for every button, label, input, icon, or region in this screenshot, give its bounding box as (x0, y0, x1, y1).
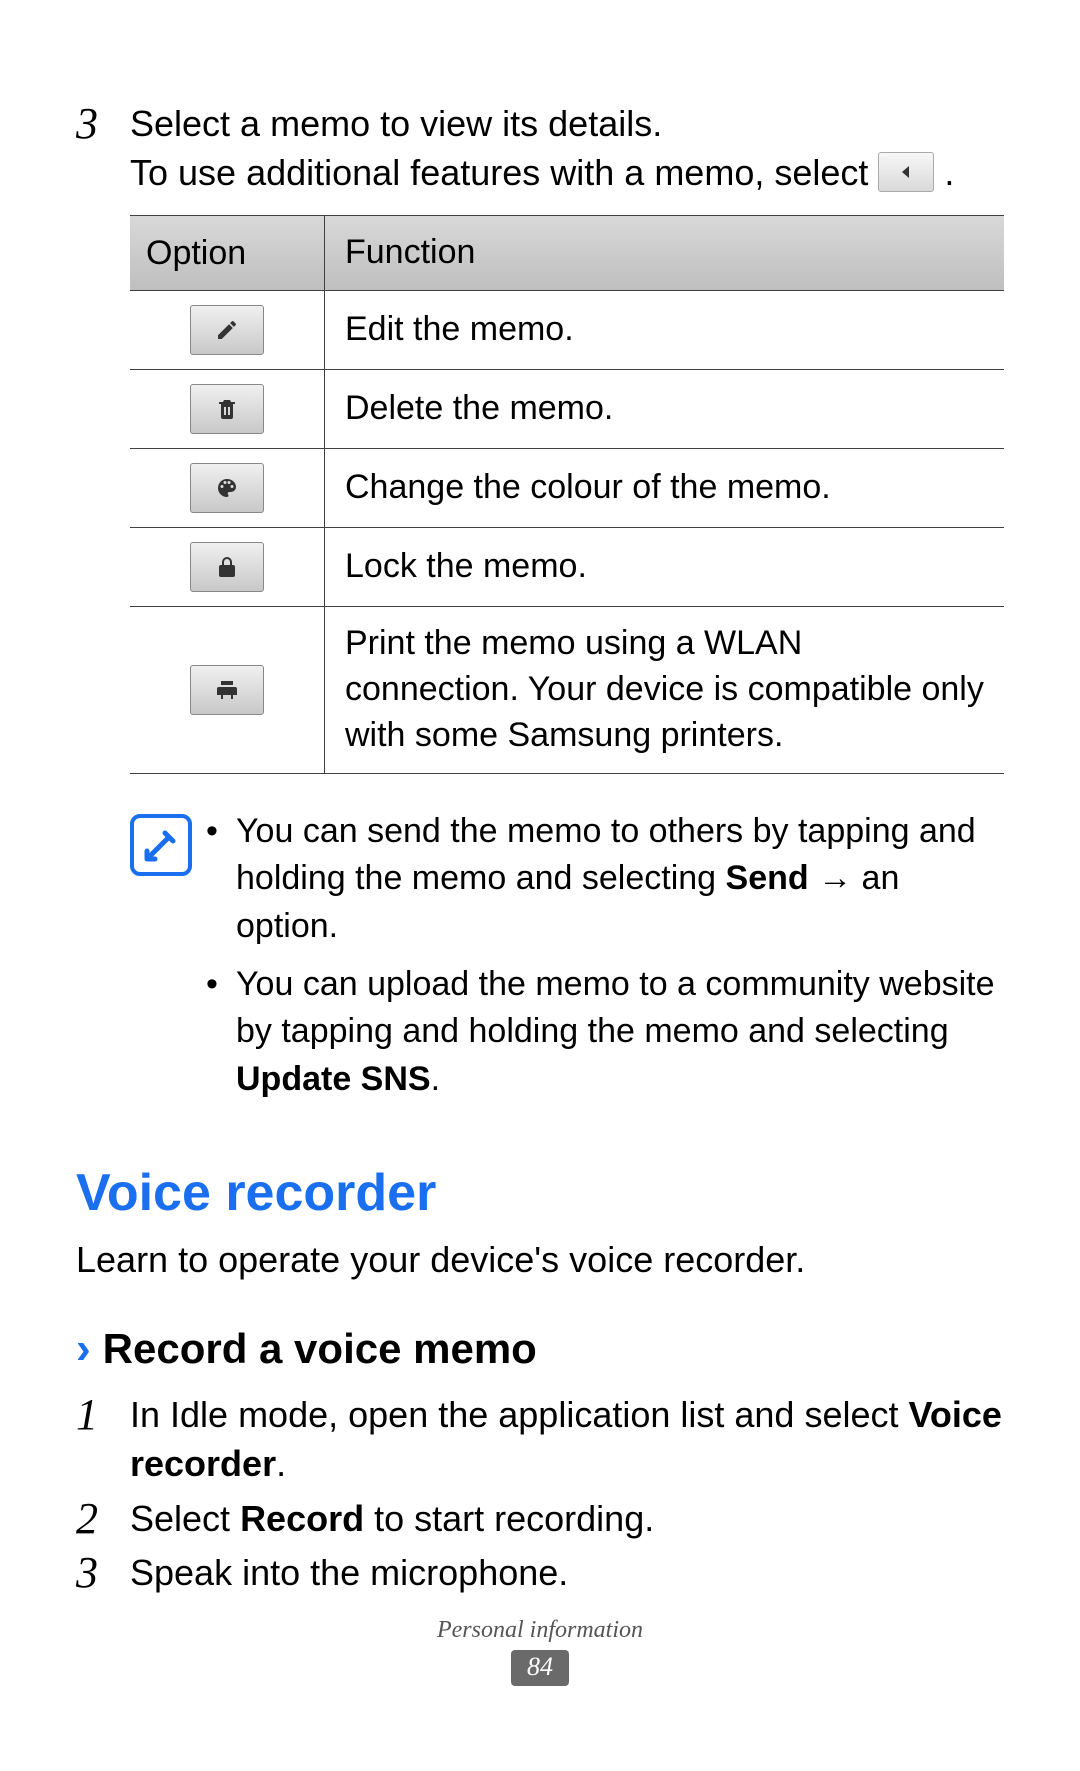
step-body: Select a memo to view its details. To us… (130, 100, 1004, 197)
step-text: Speak into the microphone. (130, 1552, 568, 1593)
table-row: Change the colour of the memo. (130, 449, 1004, 528)
table-func: Delete the memo. (325, 370, 1004, 448)
table-func: Lock the memo. (325, 528, 1004, 606)
table-row: Print the memo using a WLAN connection. … (130, 607, 1004, 773)
table-header-function: Function (325, 216, 1004, 290)
table-header-row: Option Function (130, 216, 1004, 291)
bullet-dot: • (206, 961, 236, 1104)
note-body: • You can send the memo to others by tap… (206, 808, 1004, 1114)
table-row: Edit the memo. (130, 291, 1004, 370)
page-number-badge: 84 (511, 1650, 569, 1686)
table-func: Edit the memo. (325, 291, 1004, 369)
note-bullet: • You can upload the memo to a community… (206, 961, 1004, 1104)
table-row: Lock the memo. (130, 528, 1004, 607)
trash-icon (190, 384, 264, 434)
lock-icon (190, 542, 264, 592)
edit-icon (190, 305, 264, 355)
step-text: . (276, 1443, 286, 1484)
substep-3: 3 Speak into the microphone. (76, 1549, 1004, 1598)
table-header-option: Option (130, 216, 325, 290)
step-number: 3 (76, 100, 130, 146)
table-func: Change the colour of the memo. (325, 449, 1004, 527)
step-text: In Idle mode, open the application list … (130, 1394, 909, 1435)
table-row: Delete the memo. (130, 370, 1004, 449)
section-desc: Learn to operate your device's voice rec… (76, 1239, 1004, 1281)
step-text-line2b: . (944, 152, 954, 193)
step-text-line1: Select a memo to view its details. (130, 103, 662, 144)
subsection-title: Record a voice memo (103, 1325, 537, 1373)
left-arrow-icon (878, 152, 934, 192)
substep-1: 1 In Idle mode, open the application lis… (76, 1391, 1004, 1488)
step-number: 2 (76, 1495, 130, 1541)
palette-icon (190, 463, 264, 513)
section-title: Voice recorder (76, 1163, 1004, 1223)
chevron-right-icon: › (76, 1327, 91, 1371)
page-footer: Personal information 84 (0, 1617, 1080, 1686)
note-bold: Update SNS (236, 1060, 431, 1098)
note-icon (130, 814, 192, 876)
step-bold: Record (240, 1498, 364, 1539)
step-text: Select (130, 1498, 240, 1539)
step-3: 3 Select a memo to view its details. To … (76, 100, 1004, 197)
print-icon (190, 665, 264, 715)
substep-2: 2 Select Record to start recording. (76, 1495, 1004, 1544)
note-bullet: • You can send the memo to others by tap… (206, 808, 1004, 951)
step-text-line2a: To use additional features with a memo, … (130, 152, 878, 193)
note-text: . (431, 1060, 440, 1098)
step-number: 1 (76, 1391, 130, 1437)
step-text: to start recording. (364, 1498, 654, 1539)
subsection-heading: › Record a voice memo (76, 1325, 1004, 1373)
note-bold: Send (726, 859, 809, 897)
step-number: 3 (76, 1549, 130, 1595)
options-table: Option Function Edit the memo. Delete th… (130, 215, 1004, 774)
footer-section-label: Personal information (0, 1617, 1080, 1644)
note-text: You can upload the memo to a community w… (236, 965, 995, 1051)
table-func: Print the memo using a WLAN connection. … (325, 607, 1004, 773)
bullet-dot: • (206, 808, 236, 951)
note-block: • You can send the memo to others by tap… (130, 808, 1004, 1114)
